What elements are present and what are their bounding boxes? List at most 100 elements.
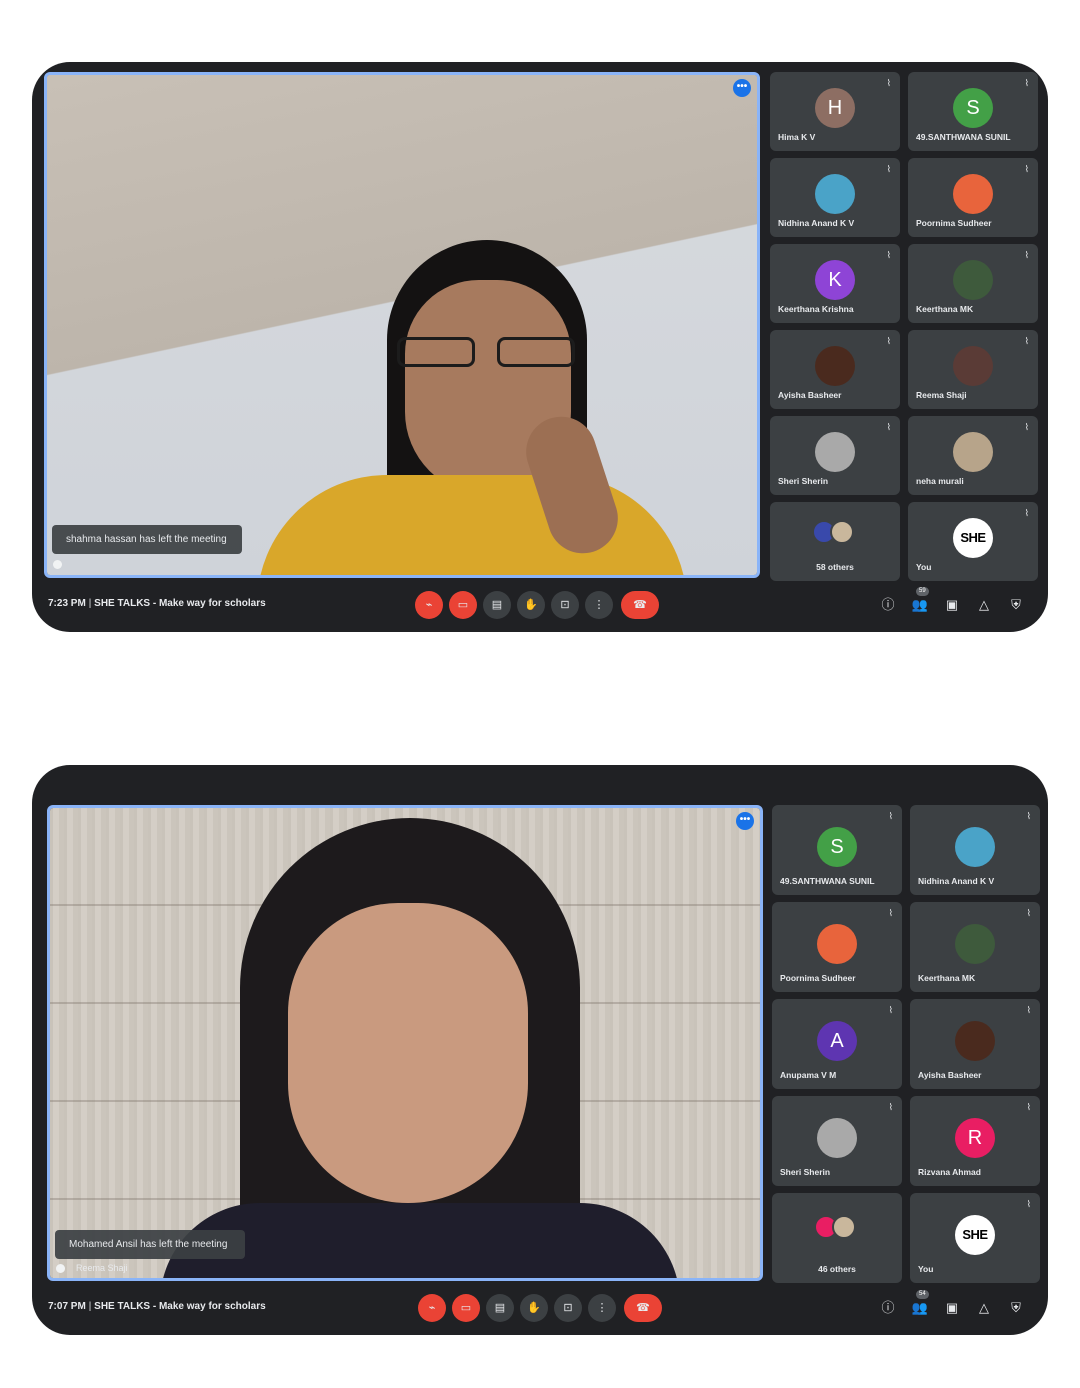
info-icon[interactable]: ⓘ — [878, 595, 898, 615]
participant-name: Keerthana Krishna — [778, 304, 854, 314]
mic-off-icon[interactable]: ⌁ — [415, 591, 443, 619]
participant-name: 49.SANTHWANA SUNIL — [916, 132, 1011, 142]
meeting-title: SHE TALKS - Make way for scholars — [94, 1301, 266, 1312]
camera-off-icon[interactable]: ▭ — [449, 591, 477, 619]
participant-name: Poornima Sudheer — [780, 973, 856, 983]
captions-icon[interactable]: ▤ — [483, 591, 511, 619]
side-controls: ⓘ 59 👥 ▣ △ ⛨ — [878, 587, 1028, 617]
avatar — [815, 174, 855, 214]
chat-icon[interactable]: ▣ — [942, 595, 962, 615]
others-tile[interactable]: 58 others — [770, 502, 900, 581]
mic-off-icon: ⌇ — [888, 811, 893, 821]
avatar: H — [815, 88, 855, 128]
participant-tile[interactable]: ⌇ Keerthana MK — [908, 244, 1038, 323]
participant-name: Keerthana MK — [918, 973, 976, 983]
mic-off-icon: ⌇ — [1026, 811, 1031, 821]
participants-count-badge: 54 — [916, 1290, 929, 1299]
others-count: 58 others — [816, 562, 854, 572]
participant-tile[interactable]: ⌇ Ayisha Basheer — [770, 330, 900, 409]
participant-name: Sheri Sherin — [780, 1167, 831, 1177]
participant-name: Nidhina Anand K V — [918, 876, 995, 886]
participant-tile[interactable]: ⌇ Poornima Sudheer — [772, 902, 902, 992]
host-controls-icon[interactable]: ⛨ — [1006, 595, 1026, 615]
others-count: 46 others — [818, 1264, 856, 1274]
camera-off-icon[interactable]: ▭ — [452, 1294, 480, 1322]
more-options-icon[interactable]: ⋮ — [585, 591, 613, 619]
mic-off-icon: ⌇ — [1026, 1199, 1031, 1209]
active-speaker-video[interactable]: ••• shahma hassan has left the meeting — [44, 72, 760, 578]
mic-off-icon: ⌇ — [888, 1102, 893, 1112]
self-tile[interactable]: SHE ⌇ You — [910, 1193, 1040, 1283]
speaker-mic-icon — [53, 560, 62, 569]
meeting-time: 7:07 PM — [48, 1301, 86, 1312]
speaker-name: Reema Shaji — [76, 1263, 128, 1273]
mic-off-icon: ⌇ — [1024, 78, 1029, 88]
people-icon[interactable]: 54 👥 — [910, 1290, 930, 1318]
activities-icon[interactable]: △ — [974, 1298, 994, 1318]
others-avatars — [812, 520, 858, 546]
avatar: S — [953, 88, 993, 128]
participant-name: You — [916, 562, 932, 572]
participant-tile[interactable]: ⌇ Poornima Sudheer — [908, 158, 1038, 237]
participant-tile[interactable]: H ⌇ Hima K V — [770, 72, 900, 151]
end-call-icon[interactable]: ☎ — [624, 1294, 662, 1322]
mic-off-icon: ⌇ — [886, 422, 891, 432]
avatar: S — [817, 827, 857, 867]
participant-tile[interactable]: ⌇ neha murali — [908, 416, 1038, 495]
mic-off-icon: ⌇ — [1026, 1005, 1031, 1015]
more-options-icon[interactable]: ⋮ — [588, 1294, 616, 1322]
participant-name: Anupama V M — [780, 1070, 837, 1080]
participant-name: Ayisha Basheer — [918, 1070, 982, 1080]
avatar — [953, 174, 993, 214]
chat-icon[interactable]: ▣ — [942, 1298, 962, 1318]
present-screen-icon[interactable]: ⊡ — [554, 1294, 582, 1322]
participant-tile[interactable]: ⌇ Ayisha Basheer — [910, 999, 1040, 1089]
people-icon[interactable]: 59 👥 — [910, 587, 930, 615]
participant-tile[interactable]: ⌇ Nidhina Anand K V — [910, 805, 1040, 895]
present-screen-icon[interactable]: ⊡ — [551, 591, 579, 619]
end-call-icon[interactable]: ☎ — [621, 591, 659, 619]
active-speaker-video[interactable]: ••• Mohamed Ansil has left the meeting R… — [47, 805, 763, 1281]
she-logo: SHE — [955, 1215, 995, 1255]
participant-tile[interactable]: ⌇ Reema Shaji — [908, 330, 1038, 409]
meeting-time: 7:23 PM — [48, 598, 86, 609]
others-avatars — [814, 1215, 860, 1241]
participant-name: Ayisha Basheer — [778, 390, 842, 400]
activities-icon[interactable]: △ — [974, 595, 994, 615]
host-controls-icon[interactable]: ⛨ — [1006, 1298, 1026, 1318]
mic-off-icon[interactable]: ⌁ — [418, 1294, 446, 1322]
speaker-glasses — [397, 337, 577, 367]
mic-off-icon: ⌇ — [1026, 908, 1031, 918]
participant-tile[interactable]: ⌇ Sheri Sherin — [770, 416, 900, 495]
left-meeting-toast: shahma hassan has left the meeting — [52, 525, 242, 554]
participant-name: Rizvana Ahmad — [918, 1167, 981, 1177]
mic-off-icon: ⌇ — [1024, 508, 1029, 518]
mic-off-icon: ⌇ — [886, 78, 891, 88]
participant-tile[interactable]: ⌇ Keerthana MK — [910, 902, 1040, 992]
bottom-toolbar: 7:23 PM | SHE TALKS - Make way for schol… — [32, 578, 1048, 632]
meeting-title: SHE TALKS - Make way for scholars — [94, 598, 266, 609]
participant-tile[interactable]: ⌇ Sheri Sherin — [772, 1096, 902, 1186]
participant-tile[interactable]: ⌇ Nidhina Anand K V — [770, 158, 900, 237]
audio-activity-icon: ••• — [736, 812, 754, 830]
raise-hand-icon[interactable]: ✋ — [520, 1294, 548, 1322]
participant-tile[interactable]: S ⌇ 49.SANTHWANA SUNIL — [772, 805, 902, 895]
avatar: K — [815, 260, 855, 300]
participant-tile[interactable]: R ⌇ Rizvana Ahmad — [910, 1096, 1040, 1186]
mic-off-icon: ⌇ — [886, 164, 891, 174]
mic-off-icon: ⌇ — [1024, 422, 1029, 432]
raise-hand-icon[interactable]: ✋ — [517, 591, 545, 619]
participant-tile[interactable]: A ⌇ Anupama V M — [772, 999, 902, 1089]
self-tile[interactable]: SHE ⌇ You — [908, 502, 1038, 581]
others-tile[interactable]: 46 others — [772, 1193, 902, 1283]
participant-tile[interactable]: K ⌇ Keerthana Krishna — [770, 244, 900, 323]
captions-icon[interactable]: ▤ — [486, 1294, 514, 1322]
participant-name: neha murali — [916, 476, 964, 486]
audio-activity-icon: ••• — [733, 79, 751, 97]
info-icon[interactable]: ⓘ — [878, 1298, 898, 1318]
avatar — [953, 346, 993, 386]
bottom-toolbar: 7:07 PM | SHE TALKS - Make way for schol… — [32, 1281, 1048, 1335]
participant-tile[interactable]: S ⌇ 49.SANTHWANA SUNIL — [908, 72, 1038, 151]
participant-name: Hima K V — [778, 132, 816, 142]
avatar — [817, 924, 857, 964]
